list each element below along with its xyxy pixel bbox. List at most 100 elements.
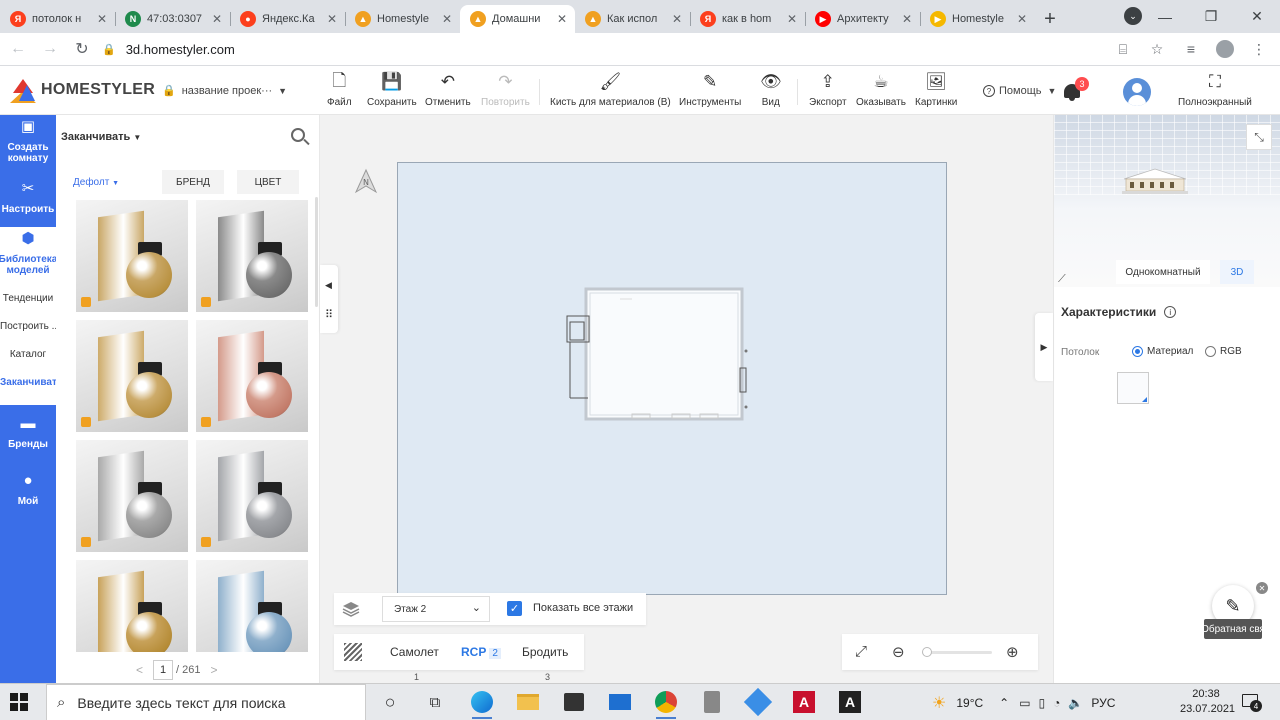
next-page-icon[interactable]: > (210, 663, 217, 677)
hatch-pattern-icon[interactable] (344, 643, 362, 661)
export-button[interactable]: ⇪ Экспорт (809, 71, 847, 108)
filter-brand-button[interactable]: БРЕНД (162, 170, 224, 194)
close-tab-icon[interactable]: ✕ (555, 12, 569, 26)
material-thumbnail[interactable] (76, 440, 188, 552)
url-field[interactable]: 🔒 3d.homestyler.com (102, 42, 235, 57)
page-input[interactable]: 1 (153, 660, 174, 680)
material-thumbnail[interactable] (196, 200, 308, 312)
images-button[interactable]: 🖼 Картинки (915, 71, 957, 108)
close-tab-icon[interactable]: ✕ (210, 12, 224, 26)
view-mode-plane[interactable]: Самолет (390, 645, 439, 659)
render-button[interactable]: ☕ Оказывать (856, 71, 906, 108)
store-icon[interactable] (560, 688, 588, 716)
layers-icon[interactable] (342, 600, 360, 618)
translate-icon[interactable]: ⌸ (1106, 35, 1140, 63)
catalog-scrollbar[interactable] (315, 197, 318, 307)
volume-icon[interactable]: 🔈 (1068, 696, 1083, 710)
minimize-icon[interactable]: — (1142, 0, 1188, 33)
chrome-icon[interactable] (652, 688, 680, 719)
filter-color-button[interactable]: ЦВЕТ (237, 170, 299, 194)
rail-model-library[interactable]: ⬢ Библиотека моделей (0, 231, 57, 276)
clock[interactable]: 20:38 23.07.2021 (1180, 687, 1235, 717)
help-menu[interactable]: ? Помощь ▼ (983, 85, 1056, 97)
user-avatar[interactable] (1123, 78, 1151, 106)
chevron-up-icon[interactable]: ⌃ (999, 696, 1009, 710)
material-radio[interactable]: Материал (1132, 346, 1193, 357)
network-icon[interactable]: ◔ (1053, 696, 1060, 710)
zoom-out-icon[interactable]: ⊖ (892, 643, 905, 661)
windows-start-icon[interactable] (10, 693, 30, 713)
rail-sub-catalog[interactable]: Каталог (0, 349, 56, 360)
search-icon[interactable] (290, 127, 310, 147)
project-name-menu[interactable]: 🔒 название проек··· ▼ (162, 84, 287, 98)
lock-icon[interactable]: 🔒 (102, 43, 116, 56)
app-a-icon[interactable]: A (836, 688, 864, 716)
close-tab-icon[interactable]: ✕ (440, 12, 454, 26)
file-button[interactable]: 🗋 Файл (327, 71, 352, 109)
temperature[interactable]: 19°C (956, 696, 983, 710)
notifications-bell-icon[interactable]: 3 (1062, 77, 1089, 103)
rail-my[interactable]: ● Мой (0, 473, 56, 507)
close-tab-icon[interactable]: ✕ (1015, 12, 1029, 26)
zoom-slider-handle[interactable] (922, 647, 932, 657)
feedback-widget[interactable]: ✎ Обратная свя ✕ (1204, 582, 1268, 641)
show-all-floors-checkbox[interactable]: ✓ (507, 601, 522, 616)
rail-sub-finish[interactable]: Заканчивать (0, 377, 56, 388)
close-tab-icon[interactable]: ✕ (670, 12, 684, 26)
zoom-slider-track[interactable] (922, 651, 992, 654)
material-thumbnail[interactable] (76, 320, 188, 432)
edge-icon[interactable] (468, 688, 496, 719)
view-mode-rcp[interactable]: RCP 2 (461, 645, 501, 659)
file-explorer-icon[interactable] (514, 688, 542, 716)
taskbar-search-field[interactable]: ⌕ Введите здесь текст для поиска (46, 684, 366, 720)
view-button[interactable]: 👁 Вид (760, 71, 782, 108)
material-thumbnail[interactable] (196, 560, 308, 652)
close-tab-icon[interactable]: ✕ (95, 12, 109, 26)
rail-brands[interactable]: ▬ Бренды (0, 416, 56, 450)
view-mode-walk[interactable]: Бродить (522, 645, 568, 659)
rail-customize[interactable]: ✂ Настроить (0, 181, 56, 215)
browser-tab[interactable]: ▲ Homestyle ✕ (345, 5, 460, 33)
rail-sub-build[interactable]: Построить ... (0, 321, 56, 332)
calculator-icon[interactable] (698, 688, 726, 716)
material-thumbnail[interactable] (76, 200, 188, 312)
material-thumbnail[interactable] (196, 320, 308, 432)
close-tab-icon[interactable]: ✕ (325, 12, 339, 26)
3d-app-icon[interactable] (743, 687, 773, 717)
logo[interactable]: HOMESTYLER (10, 77, 155, 103)
browser-tab[interactable]: ▶ Архитекту ✕ (805, 5, 920, 33)
expand-preview-icon[interactable]: ⤡ (1246, 124, 1272, 150)
rail-sub-trends[interactable]: Тенденции (0, 293, 56, 304)
new-tab-icon[interactable]: + (1035, 5, 1065, 33)
material-thumbnail[interactable] (196, 440, 308, 552)
close-tab-icon[interactable]: ✕ (785, 12, 799, 26)
resize-handle-icon[interactable]: ⟋ (1058, 273, 1066, 286)
reading-list-icon[interactable]: ≡ (1174, 35, 1208, 63)
browser-tab[interactable]: Япотолок н ✕ (0, 5, 115, 33)
profile-icon[interactable] (1208, 35, 1242, 63)
back-icon[interactable]: ← (4, 35, 32, 63)
notification-center-icon[interactable]: 4 (1240, 692, 1262, 712)
menu-dots-icon[interactable]: ⋮ (1242, 35, 1276, 63)
weather-icon[interactable]: ☀ (932, 693, 946, 713)
tab-3d[interactable]: 3D (1220, 260, 1254, 284)
browser-tab[interactable]: ▲ Как испол ✕ (575, 5, 690, 33)
browser-tab[interactable]: N 47:03:0307 ✕ (115, 5, 230, 33)
browser-tab[interactable]: ● Яндекс.Ка ✕ (230, 5, 345, 33)
undo-button[interactable]: ↶ Отменить (425, 71, 471, 108)
close-tab-icon[interactable]: ✕ (900, 12, 914, 26)
brush-button[interactable]: 🖌 Кисть для материалов (B) (550, 71, 671, 108)
redo-button[interactable]: ↷ Повторить (481, 71, 530, 108)
battery-icon[interactable]: ▯ (1039, 696, 1046, 710)
3d-preview[interactable]: ⤡ ⟋ Однокомнатный 3D (1054, 115, 1280, 287)
rgb-radio[interactable]: RGB (1205, 346, 1242, 357)
language-indicator[interactable]: РУС (1091, 696, 1115, 710)
forward-icon[interactable]: → (36, 35, 64, 63)
info-icon[interactable]: i (1164, 306, 1177, 318)
fullscreen-button[interactable]: ⛶ Полноэкранный (1178, 71, 1252, 108)
bookmark-star-icon[interactable]: ☆ (1140, 35, 1174, 63)
prev-page-icon[interactable]: < (136, 663, 143, 677)
browser-tab[interactable]: ▶ Homestyle ✕ (920, 5, 1035, 33)
maximize-icon[interactable]: ❐ (1188, 0, 1234, 33)
task-view-icon[interactable]: ⧉ (421, 688, 449, 716)
